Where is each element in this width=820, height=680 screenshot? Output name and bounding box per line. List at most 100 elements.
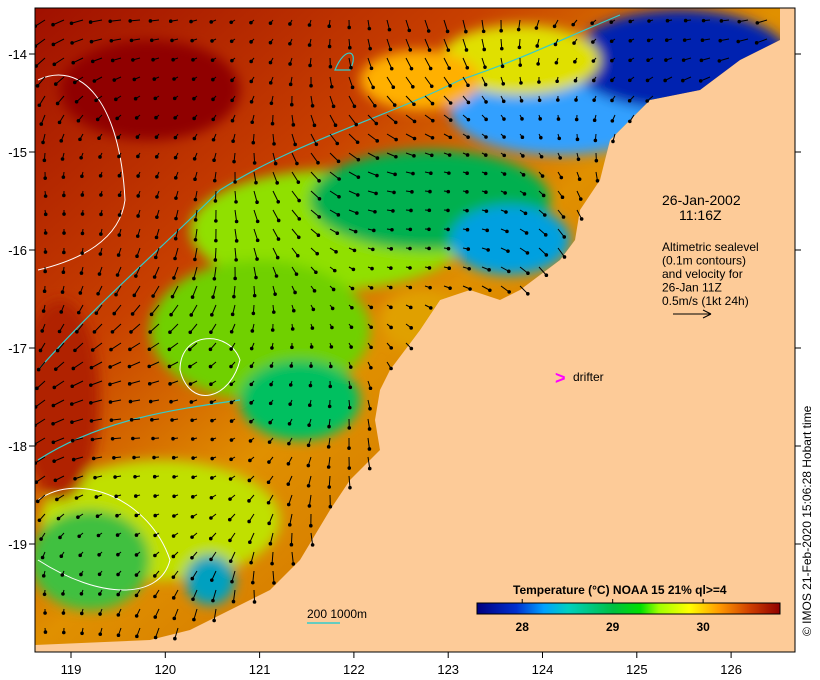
- velocity-arrow-head: [89, 383, 93, 387]
- velocity-arrow-head: [755, 21, 760, 25]
- velocity-arrow-head: [153, 594, 157, 599]
- velocity-arrow-head: [230, 98, 234, 103]
- velocity-arrow-head: [446, 208, 450, 213]
- velocity-arrow-head: [250, 120, 255, 125]
- velocity-arrow-head: [314, 142, 319, 147]
- velocity-arrow-head: [412, 136, 417, 141]
- velocity-arrow-head: [367, 427, 372, 431]
- velocity-arrow-head: [307, 23, 312, 27]
- velocity-arrow-head: [211, 117, 216, 122]
- velocity-arrow-head: [267, 440, 272, 444]
- velocity-arrow-head: [190, 295, 195, 299]
- velocity-arrow-head: [628, 119, 632, 124]
- velocity-arrow-head: [57, 120, 62, 125]
- velocity-arrow-head: [555, 79, 559, 84]
- velocity-arrow-head: [171, 596, 176, 600]
- velocity-arrow-head: [411, 84, 415, 89]
- velocity-arrow-head: [98, 173, 103, 178]
- velocity-arrow-head: [114, 97, 118, 102]
- velocity-arrow-head: [429, 84, 434, 89]
- velocity-arrow-head: [577, 177, 582, 182]
- velocity-arrow-head: [502, 153, 507, 158]
- velocity-arrow-head: [188, 330, 193, 335]
- velocity-arrow-head: [209, 516, 213, 520]
- velocity-arrow-head: [524, 231, 529, 235]
- velocity-arrow-head: [372, 228, 376, 233]
- velocity-arrow-head: [59, 554, 64, 559]
- velocity-arrow-head: [295, 253, 300, 258]
- velocity-arrow-head: [297, 217, 302, 221]
- credit-text: © IMOS 21-Feb-2020 15:06:28 Hobart time: [800, 405, 814, 636]
- velocity-arrow-head: [212, 618, 216, 623]
- velocity-arrow-head: [353, 229, 358, 234]
- colorbar-tick-label: 30: [696, 620, 710, 634]
- velocity-arrow-head: [211, 77, 215, 82]
- velocity-arrow-head: [610, 78, 614, 83]
- velocity-arrow-head: [134, 553, 139, 557]
- velocity-arrow-head: [57, 329, 62, 334]
- velocity-arrow-head: [446, 227, 450, 232]
- velocity-arrow-head: [134, 513, 139, 518]
- velocity-arrow-head: [573, 78, 578, 83]
- velocity-arrow-head: [78, 553, 83, 558]
- velocity-arrow-head: [35, 386, 39, 391]
- velocity-arrow-head: [135, 135, 140, 139]
- y-tick-label: -14: [8, 47, 27, 62]
- velocity-arrow-head: [556, 98, 560, 102]
- x-tick-label: 124: [532, 662, 554, 677]
- drifter-marker: >: [555, 368, 566, 388]
- velocity-arrow-head: [209, 400, 214, 405]
- velocity-arrow-head: [255, 238, 260, 243]
- velocity-arrow-head: [116, 135, 121, 140]
- velocity-arrow-head: [149, 312, 154, 317]
- velocity-arrow-head: [190, 555, 194, 560]
- velocity-arrow-head: [109, 347, 113, 352]
- velocity-arrow-head: [232, 294, 236, 299]
- velocity-arrow-head: [190, 418, 194, 423]
- velocity-arrow-head: [94, 311, 99, 315]
- velocity-arrow-head: [134, 274, 138, 278]
- velocity-arrow-head: [131, 436, 135, 441]
- velocity-arrow-head: [554, 60, 559, 65]
- velocity-arrow-head: [254, 275, 258, 280]
- velocity-arrow-head: [701, 18, 706, 23]
- velocity-arrow-head: [310, 543, 315, 547]
- velocity-arrow-head: [448, 101, 453, 105]
- velocity-arrow-head: [191, 58, 195, 62]
- velocity-arrow-head: [429, 153, 434, 158]
- velocity-arrow-head: [483, 65, 487, 69]
- velocity-arrow-head: [129, 330, 133, 334]
- y-tick-label: -15: [8, 145, 27, 160]
- velocity-arrow-head: [369, 305, 374, 310]
- velocity-arrow-head: [35, 84, 40, 88]
- velocity-arrow-head: [211, 598, 215, 603]
- velocity-arrow-head: [96, 292, 100, 296]
- velocity-arrow-head: [248, 458, 252, 463]
- velocity-arrow-head: [289, 542, 294, 547]
- velocity-arrow-head: [230, 118, 235, 123]
- velocity-arrow-head: [59, 310, 64, 314]
- velocity-arrow-head: [350, 286, 355, 291]
- velocity-arrow-head: [247, 519, 251, 524]
- velocity-arrow-head: [70, 420, 74, 424]
- velocity-arrow-head: [269, 101, 274, 106]
- velocity-arrow-head: [128, 347, 132, 352]
- velocity-arrow-head: [307, 403, 312, 408]
- velocity-arrow-head: [327, 424, 331, 429]
- velocity-arrow-head: [96, 533, 101, 538]
- velocity-arrow-head: [465, 153, 470, 157]
- velocity-arrow-head: [249, 20, 253, 25]
- velocity-arrow-head: [627, 98, 632, 103]
- velocity-arrow-head: [267, 460, 271, 464]
- velocity-arrow-head: [486, 248, 490, 252]
- velocity-arrow-head: [60, 573, 65, 577]
- velocity-arrow-head: [167, 347, 172, 352]
- velocity-arrow-head: [542, 213, 547, 217]
- velocity-arrow-head: [249, 401, 253, 405]
- velocity-arrow-head: [252, 600, 257, 604]
- velocity-arrow-head: [370, 266, 374, 271]
- y-tick-label: -17: [8, 341, 27, 356]
- velocity-arrow-head: [591, 40, 595, 44]
- velocity-arrow-head: [575, 137, 580, 142]
- velocity-arrow-head: [51, 22, 55, 27]
